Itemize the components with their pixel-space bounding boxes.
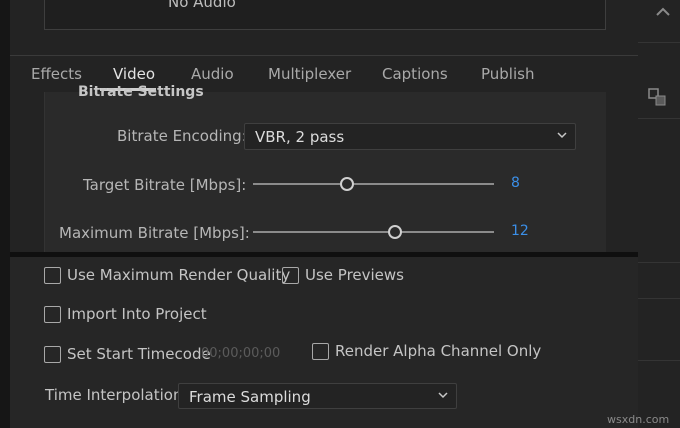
max-render-quality-checkbox[interactable]	[44, 267, 61, 284]
tab-multiplexer[interactable]: Multiplexer	[268, 65, 351, 83]
import-into-project-label[interactable]: Import Into Project	[67, 305, 207, 323]
right-divider	[638, 262, 680, 263]
bitrate-encoding-label: Bitrate Encoding:	[117, 127, 247, 145]
target-bitrate-value[interactable]: 8	[511, 175, 520, 191]
tab-effects[interactable]: Effects	[31, 65, 82, 83]
right-divider	[638, 118, 680, 119]
watermark: wsxdn.com	[607, 413, 670, 426]
target-bitrate-label: Target Bitrate [Mbps]:	[83, 176, 247, 194]
maximum-bitrate-track[interactable]	[253, 231, 494, 233]
tab-video[interactable]: Video	[113, 65, 155, 83]
set-start-timecode-checkbox[interactable]	[44, 346, 61, 363]
maximum-bitrate-label: Maximum Bitrate [Mbps]:	[59, 224, 250, 242]
audio-summary-label: No Audio	[168, 0, 236, 11]
render-alpha-checkbox[interactable]	[312, 343, 329, 360]
target-bitrate-slider-knob[interactable]	[339, 177, 354, 191]
tab-publish[interactable]: Publish	[481, 65, 534, 83]
panel-menu-icon[interactable]	[648, 88, 666, 110]
chevron-down-icon	[438, 392, 448, 399]
left-edge	[0, 0, 10, 428]
target-bitrate-track[interactable]	[253, 183, 494, 185]
time-interpolation-select[interactable]: Frame Sampling	[178, 383, 457, 409]
use-previews-checkbox[interactable]	[282, 267, 299, 284]
chevron-up-icon[interactable]	[656, 5, 670, 21]
bitrate-encoding-select[interactable]: VBR, 2 pass	[244, 123, 576, 150]
tab-captions[interactable]: Captions	[382, 65, 448, 83]
audio-summary-box	[44, 0, 606, 30]
render-alpha-label[interactable]: Render Alpha Channel Only	[335, 342, 541, 360]
maximum-bitrate-value[interactable]: 12	[511, 223, 529, 239]
bitrate-section-title[interactable]: Bitrate Settings	[78, 84, 204, 100]
time-interpolation-label: Time Interpolation:	[45, 386, 188, 404]
right-divider	[638, 360, 680, 361]
start-timecode-field[interactable]: 00;00;00;00	[201, 346, 280, 361]
import-into-project-checkbox[interactable]	[44, 306, 61, 323]
right-divider	[638, 298, 680, 299]
use-previews-label[interactable]: Use Previews	[305, 266, 404, 284]
max-render-quality-label[interactable]: Use Maximum Render Quality	[67, 266, 290, 284]
set-start-timecode-label[interactable]: Set Start Timecode	[67, 345, 211, 363]
bitrate-encoding-value: VBR, 2 pass	[255, 128, 345, 146]
chevron-down-icon	[557, 132, 567, 139]
tab-audio[interactable]: Audio	[191, 65, 234, 83]
right-divider	[638, 42, 680, 43]
right-side-panel	[638, 0, 680, 428]
time-interpolation-value: Frame Sampling	[189, 388, 311, 406]
